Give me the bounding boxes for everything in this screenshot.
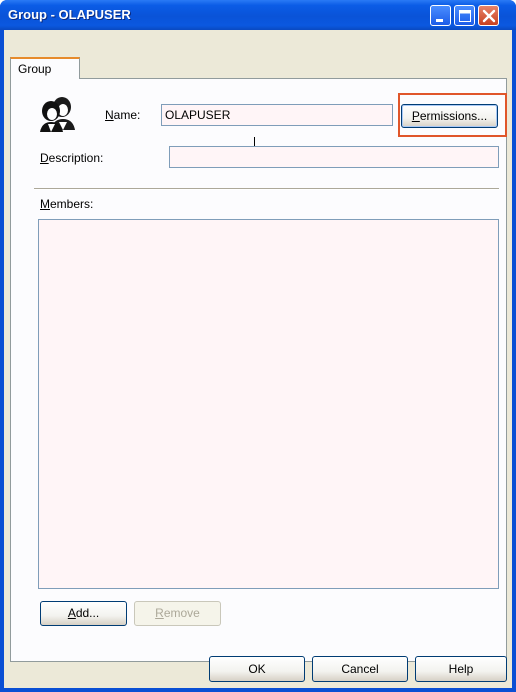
maximize-icon — [459, 10, 471, 22]
help-button[interactable]: Help — [415, 656, 507, 682]
dialog-window: Group - OLAPUSER Group Name: OLAPUSER Pe… — [0, 0, 516, 692]
tab-group[interactable]: Group — [10, 57, 80, 79]
close-button[interactable] — [478, 5, 499, 26]
separator-line — [34, 188, 499, 190]
members-list[interactable] — [38, 219, 499, 589]
description-field[interactable] — [169, 146, 499, 168]
ok-button[interactable]: OK — [209, 656, 305, 682]
members-label: Members: — [40, 197, 94, 211]
name-input[interactable] — [162, 105, 392, 125]
group-users-icon — [40, 97, 75, 132]
add-button[interactable]: Add... — [40, 601, 127, 626]
remove-button[interactable]: Remove — [134, 601, 221, 626]
title-bar[interactable]: Group - OLAPUSER — [0, 0, 516, 30]
cancel-button[interactable]: Cancel — [312, 656, 408, 682]
window-title: Group - OLAPUSER — [8, 7, 131, 22]
tab-group-label: Group — [18, 62, 52, 76]
description-input[interactable] — [170, 147, 498, 167]
maximize-button[interactable] — [454, 5, 475, 26]
name-field[interactable] — [161, 104, 393, 126]
name-label: Name: — [105, 108, 141, 122]
close-icon — [482, 9, 496, 23]
minimize-icon — [436, 19, 443, 22]
permissions-highlight-box — [398, 93, 507, 137]
minimize-button[interactable] — [430, 5, 451, 26]
description-label: Description: — [40, 151, 104, 165]
